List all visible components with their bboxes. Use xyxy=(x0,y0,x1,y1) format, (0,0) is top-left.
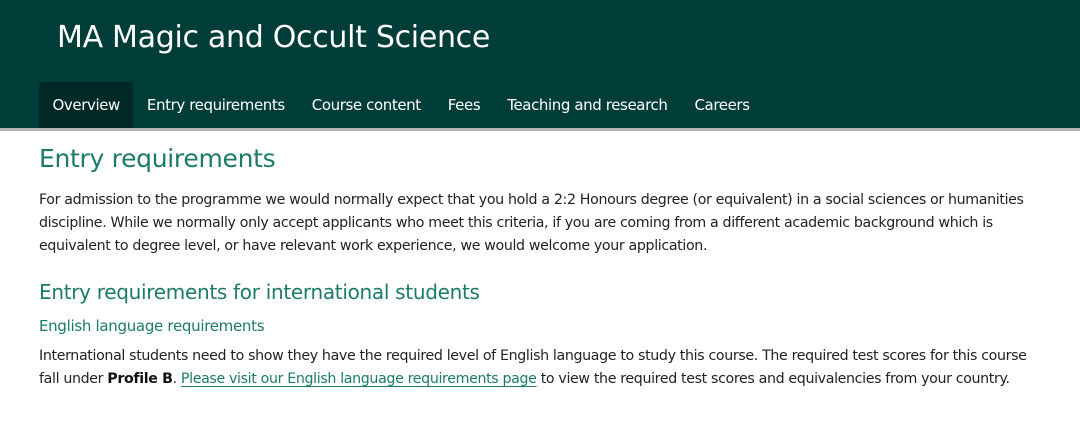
nav-divider xyxy=(0,128,1080,131)
tab-overview[interactable]: Overview xyxy=(39,82,134,128)
main-content: Entry requirements For admission to the … xyxy=(0,143,1080,391)
tab-course-content[interactable]: Course content xyxy=(298,82,434,128)
english-paragraph: International students need to show they… xyxy=(39,345,1040,391)
site-header: MA Magic and Occult Science Overview Ent… xyxy=(0,0,1080,128)
tab-fees[interactable]: Fees xyxy=(434,82,493,128)
section-heading-international: Entry requirements for international stu… xyxy=(39,280,480,304)
course-nav: Overview Entry requirements Course conte… xyxy=(39,82,763,128)
english-text-end: to view the required test scores and equ… xyxy=(536,371,1010,387)
period-text: . xyxy=(172,371,181,387)
tab-careers[interactable]: Careers xyxy=(681,82,763,128)
tab-teaching-and-research[interactable]: Teaching and research xyxy=(494,82,681,128)
section-heading-entry-requirements: Entry requirements xyxy=(39,144,276,173)
course-title: MA Magic and Occult Science xyxy=(57,20,491,55)
english-requirements-link[interactable]: Please visit our English language requir… xyxy=(181,371,537,387)
intro-paragraph: For admission to the programme we would … xyxy=(39,192,1024,254)
subheading-english-language: English language requirements xyxy=(39,317,265,335)
tab-entry-requirements[interactable]: Entry requirements xyxy=(133,82,298,128)
profile-label: Profile B xyxy=(107,371,173,387)
